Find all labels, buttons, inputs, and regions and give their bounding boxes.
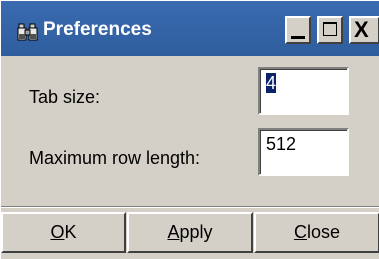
close-mnemonic: C xyxy=(293,222,307,242)
ok-mnemonic: O xyxy=(50,222,65,242)
minimize-button[interactable] xyxy=(285,16,311,44)
max-row-length-label: Maximum row length: xyxy=(29,148,201,168)
tab-size-value: 4 xyxy=(266,73,277,93)
maximize-button[interactable] xyxy=(317,16,343,44)
apply-label-rest: pply xyxy=(179,222,213,242)
preferences-dialog: Preferences X Tab size: 4 Maximum row le… xyxy=(0,0,379,259)
maximize-icon xyxy=(323,22,337,36)
close-icon: X xyxy=(354,17,369,42)
title-bar[interactable]: Preferences X xyxy=(1,1,379,56)
close-button[interactable]: Close xyxy=(254,212,379,253)
tab-size-input[interactable]: 4 xyxy=(258,67,349,115)
tab-size-label: Tab size: xyxy=(29,87,101,107)
window-title: Preferences xyxy=(43,19,152,40)
max-row-length-input[interactable]: 512 xyxy=(258,128,349,176)
apply-mnemonic: A xyxy=(167,222,180,242)
minimize-icon xyxy=(291,36,305,39)
max-row-length-value: 512 xyxy=(266,134,297,154)
ok-label-rest: K xyxy=(64,222,77,242)
binoculars-icon xyxy=(17,23,38,41)
close-window-button[interactable]: X xyxy=(349,16,379,44)
apply-button[interactable]: Apply xyxy=(127,212,253,253)
close-label-rest: lose xyxy=(306,222,341,242)
button-separator xyxy=(1,206,379,208)
ok-button[interactable]: OK xyxy=(1,212,126,253)
